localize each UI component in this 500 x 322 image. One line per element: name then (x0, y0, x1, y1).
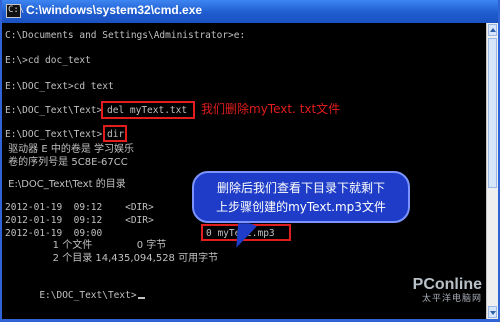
console-line: E:\DOC_Text>cd text (5, 81, 114, 92)
text-cursor (137, 297, 145, 299)
console-line: C:\Documents and Settings\Administrator>… (5, 30, 246, 41)
console-output[interactable]: C:\Documents and Settings\Administrator>… (2, 23, 498, 319)
scroll-up-icon[interactable] (488, 24, 497, 36)
watermark-sub: 太平洋电脑网 (421, 294, 482, 304)
directory-entry-row: 2012-01-19 09:12 <DIR> . (5, 202, 217, 213)
watermark-logo: PConline 太平洋电脑网 (394, 277, 482, 309)
volume-label-line: 驱动器 E 中的卷是 学习娱乐 (5, 144, 135, 155)
callout-note: 删除后我们查看下目录下就剩下 上步骤创建的myText.mp3文件 (192, 171, 410, 223)
del-command-highlight (101, 101, 195, 119)
scroll-thumb[interactable] (488, 38, 497, 188)
title-bar[interactable]: C:\ C:\windows\system32\cmd.exe (2, 0, 498, 23)
cmd-icon: C:\ (6, 4, 24, 18)
console-prompt: E:\DOC_Text\Text> (5, 129, 103, 140)
console-prompt: E:\DOC_Text\Text> (5, 105, 103, 116)
directory-title-line: E:\DOC_Text\Text 的目录 (5, 179, 126, 190)
command-prompt-window: C:\ C:\windows\system32\cmd.exe C:\Docum… (0, 0, 500, 322)
delete-annotation: 我们删除myText. txt文件 (201, 102, 341, 116)
dir-command-highlight (103, 125, 127, 142)
callout-line-1: 删除后我们查看下目录下就剩下 (216, 181, 385, 195)
final-prompt: E:\DOC_Text\Text> (5, 276, 145, 315)
file-count-line: 1 个文件 0 字节 (5, 240, 167, 251)
scroll-down-icon[interactable] (488, 306, 497, 318)
final-prompt-text: E:\DOC_Text\Text> (39, 290, 137, 301)
window-title: C:\windows\system32\cmd.exe (26, 3, 203, 17)
vertical-scrollbar[interactable] (486, 23, 498, 319)
console-line: E:\>cd doc_text (5, 55, 91, 66)
directory-entry-row: 2012-01-19 09:12 <DIR> .. (5, 215, 223, 226)
volume-serial-line: 卷的序列号是 5C8E-67CC (5, 157, 128, 168)
dir-count-line: 2 个目录 14,435,094,528 可用字节 (5, 253, 219, 264)
callout-line-2: 上步骤创建的myText.mp3文件 (216, 200, 386, 214)
watermark-main: PConline (412, 276, 482, 293)
